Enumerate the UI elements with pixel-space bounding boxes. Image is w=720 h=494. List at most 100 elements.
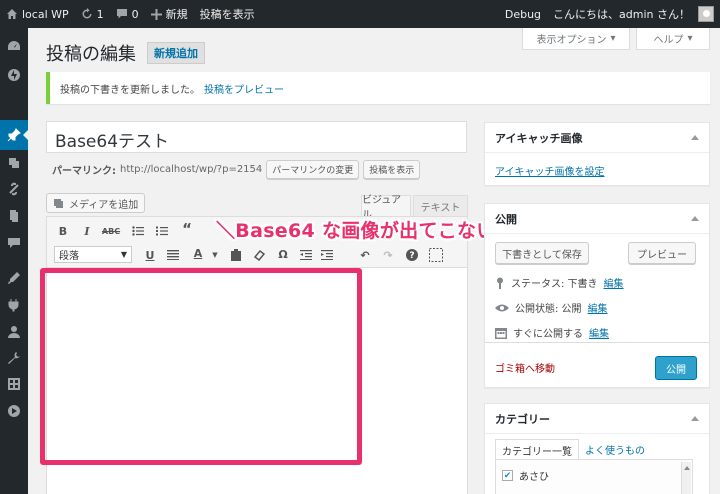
comments-link[interactable]: 0 [110, 0, 145, 28]
featured-image-header[interactable]: アイキャッチ画像 [485, 123, 709, 153]
category-tabs: カテゴリー一覧 よく使うもの [495, 439, 651, 461]
format-select[interactable]: 段落 ▼ [54, 246, 132, 263]
page-title: 投稿の編集 [46, 44, 136, 65]
collapse-arrow-icon[interactable] [691, 416, 699, 421]
change-permalink-button[interactable]: パーマリンクの変更 [266, 160, 360, 179]
updates-count: 1 [96, 7, 104, 21]
preview-link[interactable]: 投稿をプレビュー [204, 81, 284, 96]
clear-formatting-icon[interactable] [252, 248, 266, 262]
fullscreen-icon[interactable] [429, 248, 443, 262]
move-to-trash-link[interactable]: ゴミ箱へ移動 [495, 360, 555, 375]
publish-heading: 公開 [495, 212, 517, 226]
plus-icon [150, 8, 162, 20]
highlight-box [40, 268, 362, 465]
categories-box: カテゴリー カテゴリー一覧 よく使うもの ✔ あさひ [484, 403, 710, 494]
links-icon[interactable] [6, 181, 22, 197]
schedule-edit-link[interactable]: 編集 [589, 325, 609, 340]
chevron-down-icon[interactable]: ▼ [208, 248, 222, 262]
category-checkbox[interactable]: ✔ [502, 470, 513, 481]
greeting: こんにちは、admin さん！ [553, 8, 690, 21]
underline-icon[interactable]: U [143, 248, 157, 262]
chevron-down-icon: ▾ [610, 33, 616, 44]
collapse-menu-icon[interactable] [6, 403, 22, 419]
featured-image-box: アイキャッチ画像 アイキャッチ画像を設定 [484, 122, 710, 186]
comments-menu-icon[interactable] [6, 235, 22, 251]
pages-icon[interactable] [6, 208, 22, 224]
category-scrollbar[interactable] [681, 462, 691, 494]
site-name-link[interactable]: local WP [0, 0, 75, 28]
set-featured-image-link[interactable]: アイキャッチ画像を設定 [495, 163, 605, 178]
home-icon [7, 9, 17, 19]
visibility-row: 公開状態: 公開 編集 [495, 300, 608, 315]
category-item[interactable]: ✔ あさひ [502, 468, 549, 483]
view-post-button[interactable]: 投稿を表示 [363, 160, 421, 179]
post-title-input[interactable]: Base64テスト [46, 121, 467, 153]
update-notice: 投稿の下書きを更新しました。 投稿をプレビュー [46, 72, 710, 104]
users-icon[interactable] [6, 324, 22, 340]
preview-button[interactable]: プレビュー [628, 242, 696, 264]
italic-icon[interactable]: I [80, 224, 94, 238]
tools-icon[interactable] [6, 350, 22, 366]
dashboard-icon[interactable] [6, 39, 22, 55]
view-post-link[interactable]: 投稿を表示 [194, 0, 261, 28]
tab-popular-categories[interactable]: よく使うもの [579, 439, 651, 461]
comment-icon [116, 9, 127, 19]
categories-header[interactable]: カテゴリー [485, 404, 709, 434]
help-icon[interactable]: ? [405, 248, 419, 262]
paste-text-icon[interactable] [229, 248, 243, 262]
plugins-icon[interactable] [6, 297, 22, 313]
blockquote-icon[interactable]: “ [180, 220, 194, 238]
eye-icon [495, 304, 509, 311]
category-label: あさひ [519, 472, 549, 483]
new-label: 新規 [165, 8, 188, 21]
my-account-link[interactable]: こんにちは、admin さん！ [547, 0, 720, 28]
visibility-edit-link[interactable]: 編集 [588, 300, 608, 315]
schedule-row: すぐに公開する 編集 [495, 325, 609, 340]
tab-all-categories[interactable]: カテゴリー一覧 [495, 439, 579, 461]
comments-count: 0 [131, 7, 139, 21]
permalink-label: パーマリンク: [52, 166, 116, 177]
category-checklist: ✔ あさひ [495, 459, 693, 494]
bullet-list-icon[interactable] [131, 224, 145, 238]
notice-message: 投稿の下書きを更新しました。 [60, 84, 200, 96]
strikethrough-icon[interactable]: ABC [102, 224, 120, 238]
redo-icon[interactable]: ↷ [381, 248, 395, 262]
updates-link[interactable]: 1 [75, 0, 110, 28]
publish-header[interactable]: 公開 [485, 204, 709, 234]
numbered-list-icon[interactable] [155, 224, 169, 238]
media-icon[interactable] [6, 155, 22, 171]
outdent-icon[interactable] [299, 248, 313, 262]
screen-options-button[interactable]: 表示オプション ▾ [522, 28, 630, 50]
permalink-url[interactable]: http://localhost/wp/?p=2154 [120, 164, 262, 175]
jetpack-icon[interactable] [6, 67, 22, 83]
debug-link[interactable]: Debug [499, 0, 547, 28]
indent-icon[interactable] [320, 248, 334, 262]
status-row: ステータス: 下書き 編集 [495, 275, 624, 290]
tab-text[interactable]: テキスト [413, 195, 468, 216]
save-draft-button[interactable]: 下書きとして保存 [495, 242, 589, 264]
justify-icon[interactable] [166, 248, 180, 262]
tab-visual[interactable]: ビジュアル [361, 195, 411, 221]
publish-button[interactable]: 公開 [655, 356, 697, 380]
special-character-icon[interactable]: Ω [276, 247, 290, 261]
add-media-button[interactable]: メディアを追加 [46, 193, 146, 213]
add-new-button[interactable]: 新規追加 [147, 42, 205, 64]
status-edit-link[interactable]: 編集 [604, 275, 624, 290]
collapse-arrow-icon[interactable] [691, 135, 699, 140]
posts-pin-icon[interactable] [6, 127, 22, 143]
visibility-label: 公開状態: 公開 [515, 304, 582, 315]
appearance-icon[interactable] [6, 270, 22, 286]
new-content-link[interactable]: 新規 [145, 0, 194, 28]
collapse-arrow-icon[interactable] [691, 216, 699, 221]
settings-icon[interactable] [6, 376, 22, 392]
calendar-icon [495, 327, 507, 339]
bold-icon[interactable]: B [56, 224, 70, 238]
schedule-label: すぐに公開する [513, 329, 583, 340]
pin-icon [497, 277, 503, 289]
admin-side-menu [0, 28, 29, 494]
help-button[interactable]: ヘルプ ▾ [636, 28, 710, 50]
refresh-icon [82, 8, 92, 19]
undo-icon[interactable]: ↶ [358, 248, 372, 262]
text-color-icon[interactable]: A [191, 246, 205, 260]
add-media-label: メディアを追加 [69, 199, 139, 211]
